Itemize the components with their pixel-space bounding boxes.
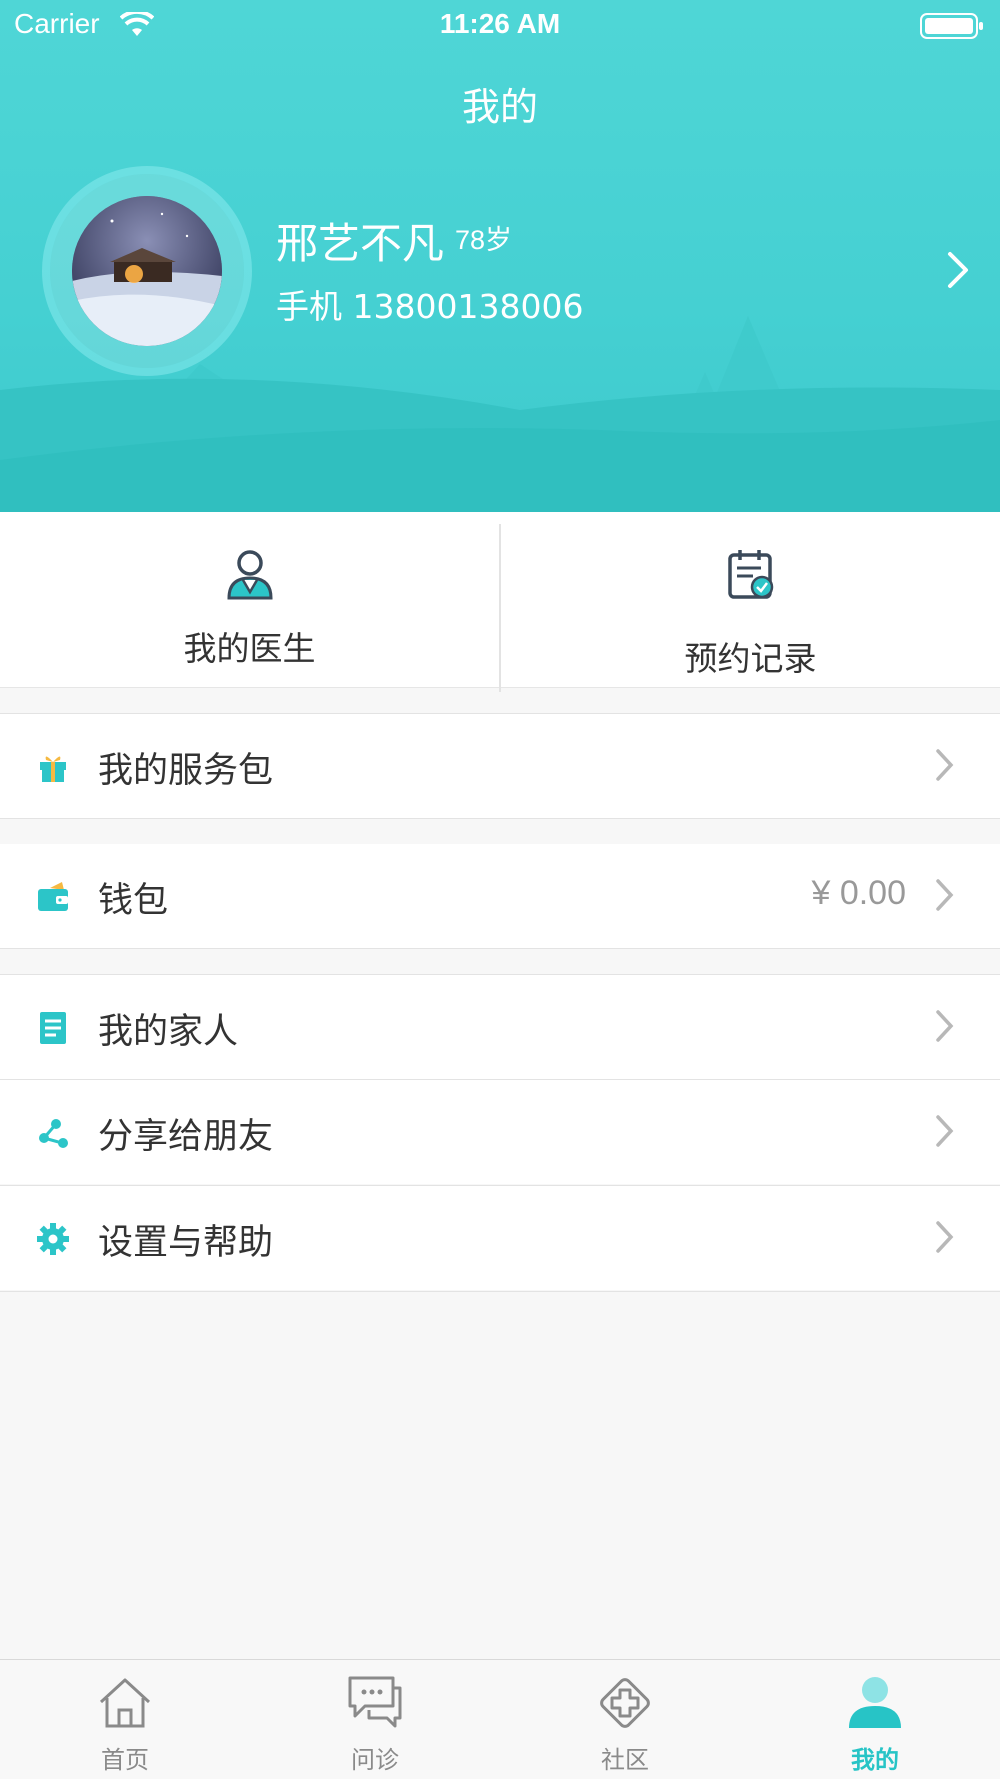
quick-actions: 我的医生 预约记录 (0, 512, 1000, 692)
menu-item-label: 钱包 (98, 881, 169, 921)
section-divider (0, 818, 1000, 819)
menu-item-label: 我的家人 (98, 1012, 239, 1052)
menu-item-family[interactable]: 我的家人 (0, 975, 1000, 1079)
tab-consultation[interactable]: 问诊 (250, 1660, 500, 1779)
tab-community[interactable]: 社区 (500, 1660, 750, 1779)
home-icon (0, 1674, 250, 1734)
chevron-right-icon (934, 748, 954, 786)
tab-label: 社区 (601, 1746, 649, 1774)
profile-header: Carrier 11:26 AM 我的 邢艺不凡 78岁 手机 13800138… (0, 0, 1000, 512)
menu-item-label: 我的服务包 (98, 751, 274, 791)
chat-icon (250, 1674, 500, 1734)
chevron-right-icon (934, 878, 954, 916)
status-time: 11:26 AM (439, 8, 561, 39)
menu-item-share[interactable]: 分享给朋友 (0, 1080, 1000, 1184)
page-title: 我的 (461, 85, 538, 129)
menu-item-settings[interactable]: 设置与帮助 (0, 1186, 1000, 1290)
avatar[interactable] (72, 196, 222, 346)
doctor-icon (0, 548, 499, 604)
chevron-right-icon (934, 1114, 954, 1152)
tab-mine[interactable]: 我的 (750, 1660, 1000, 1779)
gift-icon (36, 750, 70, 784)
appointment-records-label: 预约记录 (684, 639, 817, 678)
my-doctor-button[interactable]: 我的医生 (0, 512, 499, 687)
profile-chevron-right-icon[interactable] (946, 250, 970, 294)
share-icon (36, 1116, 70, 1150)
gear-icon (36, 1222, 70, 1256)
document-icon (36, 1011, 70, 1045)
my-doctor-label: 我的医生 (183, 629, 316, 668)
user-name: 邢艺不凡 (276, 219, 445, 268)
battery-icon (920, 12, 984, 44)
wallet-icon (36, 880, 70, 914)
tab-label: 首页 (101, 1746, 149, 1774)
section-divider (0, 948, 1000, 949)
menu-item-service-package[interactable]: 我的服务包 (0, 714, 1000, 818)
tab-label: 我的 (851, 1746, 899, 1774)
medical-cross-icon (500, 1674, 750, 1736)
tab-home[interactable]: 首页 (0, 1660, 250, 1779)
menu-item-wallet[interactable]: 钱包 ¥ 0.00 (0, 844, 1000, 948)
status-bar: Carrier 11:26 AM (0, 0, 1000, 50)
tab-bar: 首页 问诊 社区 我的 (0, 1659, 1000, 1779)
row-divider (0, 1291, 1000, 1292)
user-phone: 手机 13800138006 (276, 287, 584, 326)
wallet-balance: ¥ 0.00 (811, 874, 906, 912)
appointment-calendar-icon (501, 548, 1000, 604)
appointment-records-button[interactable]: 预约记录 (501, 512, 1000, 687)
user-age: 78岁 (455, 225, 513, 255)
chevron-right-icon (934, 1220, 954, 1258)
menu-item-label: 分享给朋友 (98, 1117, 274, 1157)
tab-label: 问诊 (351, 1746, 399, 1774)
chevron-right-icon (934, 1009, 954, 1047)
person-icon (750, 1674, 1000, 1734)
menu-item-label: 设置与帮助 (98, 1223, 274, 1263)
